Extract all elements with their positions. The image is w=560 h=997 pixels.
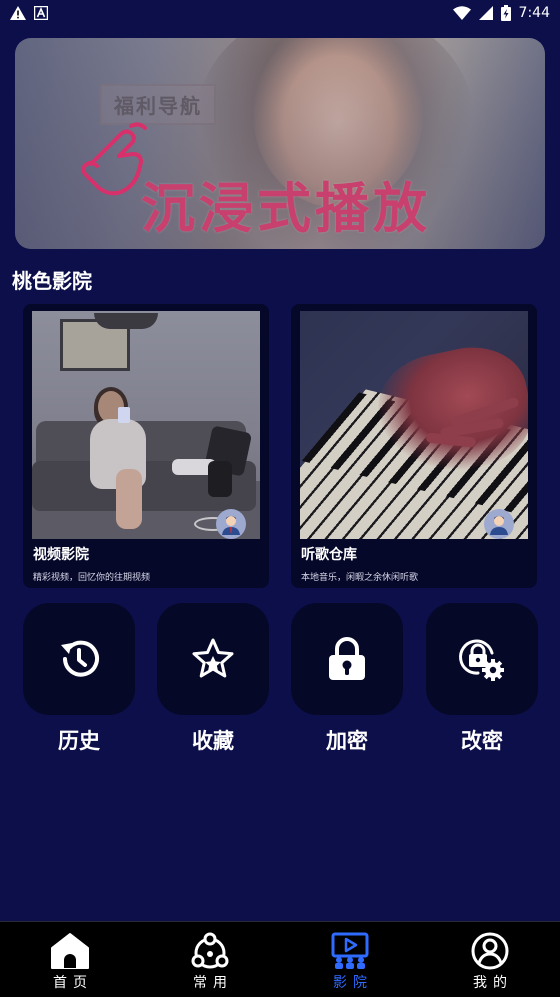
banner-title: 沉浸式播放 [141,177,431,240]
music-library-subtitle: 本地音乐，闲暇之余休闲听歌 [301,573,419,583]
user-avatar-icon [484,509,514,539]
status-left [10,6,48,20]
section-title: 桃色影院 [12,269,92,293]
nav-common-label: 常用 [193,975,233,991]
user-avatar-icon [216,509,246,539]
video-cinema-subtitle: 精彩视频，回忆你的往期视频 [33,573,151,583]
favorites-button-box[interactable] [157,603,269,715]
warning-icon [10,6,26,20]
nav-mine-label: 我的 [473,975,513,991]
encrypt-button[interactable]: 加密 [291,603,403,755]
status-bar: 7:44 [0,0,560,26]
change-password-label: 改密 [461,729,503,753]
home-icon [51,933,89,969]
favorites-button[interactable]: 收藏 [157,603,269,755]
lock-icon [329,637,365,680]
nav-cinema-label: 影院 [333,975,373,991]
favorites-label: 收藏 [192,729,234,753]
promo-banner[interactable]: 福利导航 沉浸式播放 [15,38,545,249]
music-library-card[interactable]: 听歌仓库 本地音乐，闲暇之余休闲听歌 [291,304,537,588]
network-icon [191,932,229,969]
signal-icon [478,6,493,20]
music-library-title: 听歌仓库 [301,547,357,563]
encrypt-button-box[interactable] [291,603,403,715]
nav-cinema[interactable]: 影院 [280,922,420,997]
nav-common[interactable]: 常用 [140,922,280,997]
lock-settings-icon [459,639,504,681]
cinema-icon [331,932,369,969]
music-library-thumbnail [300,311,528,539]
encrypt-label: 加密 [326,729,368,753]
a-badge-icon [34,6,48,20]
nav-home[interactable]: 首页 [0,922,140,997]
profile-icon [471,932,509,970]
history-label: 历史 [58,729,100,753]
video-cinema-title: 视频影院 [33,547,89,563]
nav-home-label: 首页 [53,975,93,991]
history-button[interactable]: 历史 [23,603,135,755]
bottom-nav: 首页 常用 影院 我的 [0,921,560,997]
wifi-icon [452,6,471,20]
star-icon [192,638,234,678]
change-password-button-box[interactable] [426,603,538,715]
history-icon [61,640,99,677]
change-password-button[interactable]: 改密 [426,603,538,755]
video-cinema-card[interactable]: 视频影院 精彩视频，回忆你的往期视频 [23,304,269,588]
battery-icon [500,5,511,21]
app-screen: 7:44 福利导航 沉浸式播放 桃色影院 视频影院 精彩视频，回忆你的往期视频 … [0,0,560,997]
history-button-box[interactable] [23,603,135,715]
status-right: 7:44 [452,5,550,21]
banner-badge: 福利导航 [100,84,216,125]
video-cinema-thumbnail [32,311,260,539]
nav-mine[interactable]: 我的 [420,922,560,997]
status-time: 7:44 [518,5,550,21]
